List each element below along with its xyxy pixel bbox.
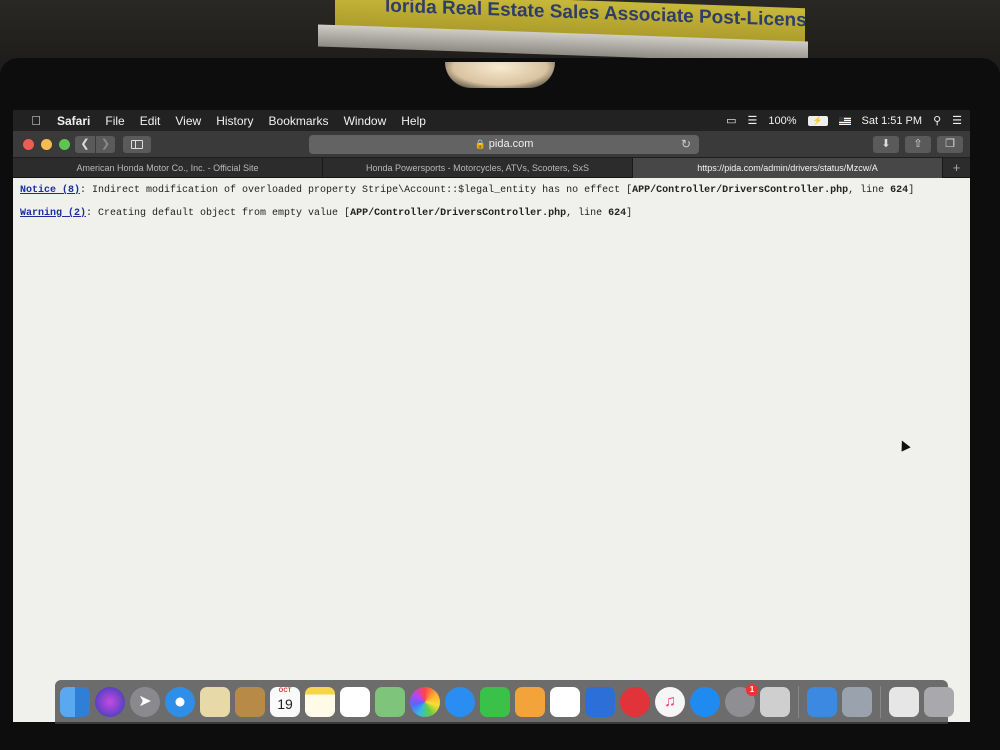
dock-separator-2 — [880, 686, 881, 718]
system-preferences-icon[interactable]: 1 — [725, 684, 758, 717]
battery-icon[interactable]: ⚡ — [807, 115, 828, 126]
forward-button[interactable]: ❯ — [95, 136, 115, 153]
menu-clock[interactable]: Sat 1:51 PM — [862, 115, 923, 127]
notice-file: APP/Controller/DriversController.php — [632, 185, 849, 196]
trash-icon[interactable] — [924, 687, 954, 717]
menu-app-name[interactable]: Safari — [57, 114, 90, 128]
notice-text: : Indirect modification of overloaded pr… — [80, 185, 633, 196]
tab-overview-button[interactable]: ❐ — [937, 136, 963, 153]
app-store-icon[interactable] — [690, 687, 720, 717]
numbers-icon[interactable] — [550, 687, 580, 717]
window-controls — [23, 139, 70, 150]
input-source-flag-icon[interactable] — [838, 116, 851, 125]
lock-icon: 🔒 — [474, 139, 486, 149]
wifi-icon[interactable]: ☰ — [748, 114, 758, 127]
menu-view[interactable]: View — [175, 114, 201, 128]
facetime-icon[interactable] — [480, 687, 510, 717]
notification-center-icon[interactable]: ☰ — [952, 114, 962, 127]
battery-percent[interactable]: 100% — [768, 115, 796, 127]
music-icon[interactable]: ♫ — [655, 687, 685, 717]
calendar-month: OCT — [278, 688, 292, 694]
notice-close: ] — [908, 185, 915, 196]
notice-line-label: , line — [848, 185, 891, 196]
notes-icon[interactable] — [305, 687, 335, 717]
contacts-icon[interactable] — [235, 687, 265, 717]
xcode-icon[interactable] — [807, 687, 837, 717]
tab-bar: American Honda Motor Co., Inc. - Officia… — [13, 158, 970, 178]
finder-icon[interactable] — [60, 687, 90, 717]
news-icon[interactable] — [620, 687, 650, 717]
calendar-day: 19 — [277, 696, 293, 712]
laptop-screen:  Safari File Edit View History Bookmark… — [13, 110, 970, 722]
back-button[interactable]: ❮ — [75, 136, 95, 153]
pages-icon[interactable] — [515, 687, 545, 717]
warning-line-label: , line — [566, 208, 609, 219]
menu-edit[interactable]: Edit — [140, 114, 161, 128]
menu-window[interactable]: Window — [344, 114, 387, 128]
sidebar-icon — [131, 140, 143, 149]
menu-history[interactable]: History — [216, 114, 253, 128]
mail-icon[interactable] — [200, 687, 230, 717]
menu-bar:  Safari File Edit View History Bookmark… — [13, 110, 970, 131]
navigation-buttons: ❮ ❯ — [75, 136, 115, 153]
warning-file: APP/Controller/DriversController.php — [350, 208, 567, 219]
tab-honda-official[interactable]: American Honda Motor Co., Inc. - Officia… — [13, 158, 323, 178]
launchpad-icon[interactable]: ➤ — [130, 687, 160, 717]
share-button[interactable]: ⇧ — [905, 136, 931, 153]
apple-icon[interactable]:  — [27, 113, 45, 128]
menu-help[interactable]: Help — [401, 114, 426, 128]
menu-bookmarks[interactable]: Bookmarks — [269, 114, 329, 128]
maps-icon[interactable] — [375, 687, 405, 717]
address-bar[interactable]: 🔒 pida.com ↻ — [309, 135, 699, 154]
menu-file[interactable]: File — [105, 114, 124, 128]
webcam-glare — [445, 62, 555, 88]
notice-link[interactable]: Notice (8) — [20, 185, 80, 196]
safari-icon[interactable] — [165, 687, 195, 717]
new-tab-button[interactable]: + — [943, 158, 970, 178]
php-notice-message: Notice (8): Indirect modification of ove… — [20, 184, 970, 197]
tab-honda-powersports[interactable]: Honda Powersports - Motorcycles, ATVs, S… — [323, 158, 633, 178]
keynote-icon[interactable] — [585, 687, 615, 717]
warning-line-number: 624 — [608, 208, 627, 219]
minimize-window-button[interactable] — [41, 139, 52, 150]
reload-icon[interactable]: ↻ — [681, 135, 691, 154]
rocket-glyph: ➤ — [138, 693, 152, 710]
system-preferences-badge: 1 — [746, 684, 758, 696]
close-window-button[interactable] — [23, 139, 34, 150]
notice-line-number: 624 — [890, 185, 909, 196]
browser-toolbar: ❮ ❯ 🔒 pida.com ↻ ⬇ ⇧ ❐ — [13, 131, 970, 158]
spotlight-search-icon[interactable]: ⚲ — [933, 114, 941, 127]
mouse-cursor-icon — [897, 438, 911, 452]
fullscreen-window-button[interactable] — [59, 139, 70, 150]
dock-separator — [798, 686, 799, 718]
preview-icon[interactable] — [842, 687, 872, 717]
warning-close: ] — [626, 208, 633, 219]
dock: ➤ OCT 19 ♫ 1 — [55, 680, 954, 724]
status-area: ▭ ☰ 100% ⚡ Sat 1:51 PM ⚲ ☰ — [726, 110, 962, 131]
messages-icon[interactable] — [445, 687, 475, 717]
downloads-stack-icon[interactable] — [889, 687, 919, 717]
warning-text: : Creating default object from empty val… — [86, 208, 351, 219]
sidebar-toggle-button[interactable] — [123, 136, 151, 153]
php-warning-message: Warning (2): Creating default object fro… — [20, 207, 970, 220]
music-note-glyph: ♫ — [664, 693, 676, 710]
airplay-icon[interactable]: ▭ — [726, 114, 736, 127]
reminders-icon[interactable] — [340, 687, 370, 717]
utility-app-icon[interactable] — [760, 687, 790, 717]
url-text: pida.com — [488, 138, 534, 150]
calendar-icon[interactable]: OCT 19 — [270, 687, 300, 717]
web-page-content: Notice (8): Indirect modification of ove… — [13, 178, 970, 722]
tab-pida-admin[interactable]: https://pida.com/admin/drivers/status/Mz… — [633, 158, 943, 178]
siri-icon[interactable] — [95, 687, 125, 717]
warning-link[interactable]: Warning (2) — [20, 208, 86, 219]
downloads-button[interactable]: ⬇ — [873, 136, 899, 153]
photos-icon[interactable] — [410, 687, 440, 717]
